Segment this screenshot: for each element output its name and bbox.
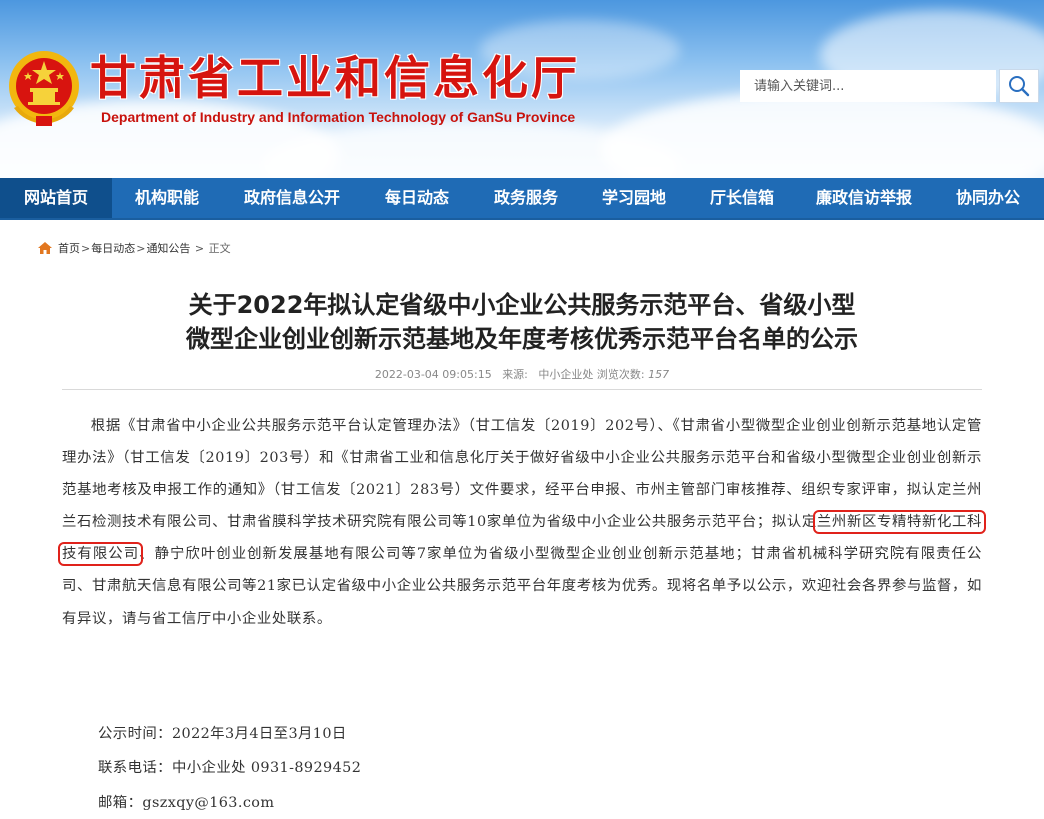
- article-title-line: 关于2022年拟认定省级中小企业公共服务示范平台、省级小型: [188, 291, 856, 319]
- divider: [62, 389, 982, 390]
- magnifier-icon: [1009, 76, 1030, 97]
- notice-time: 公示时间：2022年3月4日至3月10日: [98, 726, 347, 742]
- nav-item-gov-info[interactable]: 政府信息公开: [222, 178, 362, 218]
- breadcrumb-home-link[interactable]: 首页: [58, 240, 80, 256]
- source-label: 来源:: [502, 368, 528, 381]
- nav-item-learning[interactable]: 学习园地: [580, 178, 688, 218]
- publish-date: 2022-03-04 09:05:15: [374, 368, 492, 381]
- nav-item-collab-office[interactable]: 协同办公: [932, 178, 1044, 218]
- breadcrumb-current: 正文: [208, 242, 231, 255]
- search-button[interactable]: [999, 69, 1039, 103]
- article-title: 关于2022年拟认定省级中小企业公共服务示范平台、省级小型 微型企业创业创新示范…: [60, 288, 984, 356]
- nav-item-integrity-report[interactable]: 廉政信访举报: [796, 178, 932, 218]
- home-icon: [38, 242, 52, 254]
- main-nav: 网站首页 机构职能 政府信息公开 每日动态 政务服务 学习园地 厅长信箱 廉政信…: [0, 178, 1044, 220]
- contact-phone: 联系电话：中小企业处 0931-8929452: [98, 760, 362, 776]
- views-count: 157: [648, 368, 670, 381]
- breadcrumb: 首页 > 每日动态 > 通知公告 > 正文: [38, 240, 231, 256]
- nav-item-home[interactable]: 网站首页: [0, 178, 112, 218]
- site-title: 甘肃省工业和信息化厅: [90, 51, 580, 105]
- header-banner: 甘肃省工业和信息化厅 Department of Industry and In…: [0, 0, 1044, 178]
- search-input[interactable]: [740, 70, 996, 102]
- nav-item-services[interactable]: 政务服务: [472, 178, 580, 218]
- breadcrumb-separator: >: [136, 241, 146, 255]
- breadcrumb-separator: >: [191, 241, 208, 255]
- breadcrumb-daily-news-link[interactable]: 每日动态: [91, 240, 135, 256]
- national-emblem-icon: [9, 51, 79, 126]
- article-body: 根据《甘肃省中小企业公共服务示范平台认定管理办法》（甘工信发〔2019〕202号…: [58, 410, 986, 635]
- views-label: 浏览次数:: [596, 368, 645, 381]
- nav-item-functions[interactable]: 机构职能: [112, 178, 222, 218]
- contact-email: 邮箱：gszxqy@163.com: [98, 795, 275, 811]
- article-title-line: 微型企业创业创新示范基地及年度考核优秀示范平台名单的公示: [186, 325, 858, 353]
- cloud-decoration: [600, 90, 1044, 178]
- body-text-part: 、静宁欣叶创业创新发展基地有限公司等7家单位为省级小型微型企业创业创新示范基地；…: [62, 546, 982, 627]
- breadcrumb-separator: >: [81, 241, 91, 255]
- source-value: 中小企业处: [538, 368, 594, 381]
- site-subtitle: Department of Industry and Information T…: [101, 109, 576, 125]
- nav-item-director-mailbox[interactable]: 厅长信箱: [688, 178, 796, 218]
- breadcrumb-notices-link[interactable]: 通知公告: [146, 240, 190, 256]
- nav-item-daily-news[interactable]: 每日动态: [362, 178, 472, 218]
- article-meta: 2022-03-04 09:05:15 来源: 中小企业处 浏览次数: 157: [60, 366, 984, 382]
